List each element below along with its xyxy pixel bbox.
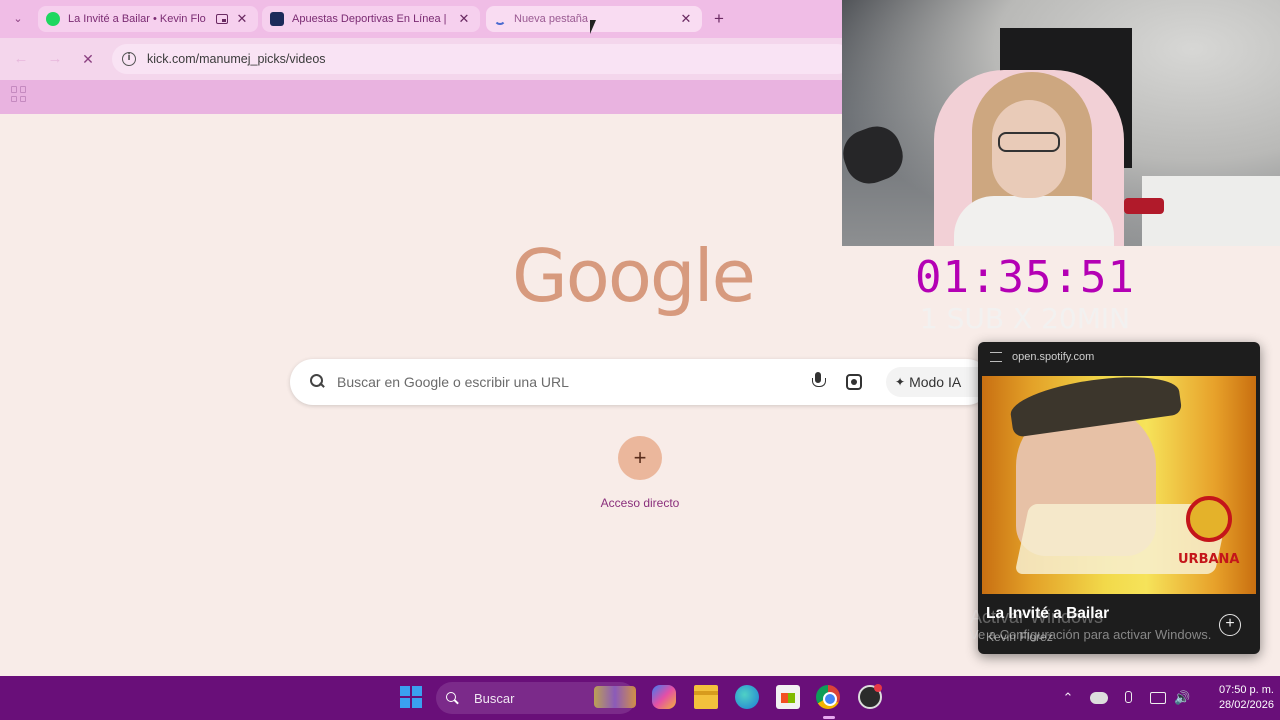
show-hidden-icons-chevron-icon[interactable]: ⌃ — [1060, 689, 1076, 707]
url-text[interactable]: kick.com/manumej_picks/videos — [147, 52, 326, 66]
onedrive-cloud-icon[interactable] — [1090, 692, 1108, 704]
sparkle-search-icon: ✦ — [895, 375, 906, 389]
search-placeholder[interactable]: Buscar en Google o escribir una URL — [337, 374, 569, 390]
ai-mode-label: Modo IA — [909, 374, 962, 390]
tab-strip: ⌄ La Invité a Bailar • Kevin Flo ✕ Apues… — [0, 0, 842, 38]
microsoft-store-icon[interactable] — [776, 685, 800, 709]
close-icon[interactable]: ✕ — [456, 11, 472, 27]
network-icon[interactable] — [1150, 692, 1166, 704]
search-highlight-icon[interactable] — [594, 686, 636, 708]
tab-apuestas[interactable]: Apuestas Deportivas En Línea | ✕ — [262, 6, 480, 32]
subathon-timer: 01:35:51 — [915, 252, 1135, 303]
windows-start-icon[interactable] — [400, 686, 422, 708]
tab-title: La Invité a Bailar • Kevin Flo — [68, 13, 206, 25]
add-to-library-button[interactable]: + — [1219, 614, 1241, 636]
copilot-icon[interactable] — [652, 685, 676, 709]
activation-watermark-title: Activar Windows — [970, 607, 1104, 627]
media-source: open.spotify.com — [990, 351, 1094, 363]
back-arrow-icon[interactable]: ← — [10, 48, 32, 70]
album-art[interactable]: URBANA — [982, 376, 1256, 594]
picture-in-picture-icon[interactable] — [216, 14, 228, 24]
google-logo: Google — [512, 234, 756, 318]
volume-icon[interactable]: 🔊 — [1174, 689, 1190, 707]
bet-site-icon — [270, 12, 284, 26]
microphone-icon[interactable] — [812, 372, 826, 392]
microphone-tray-icon[interactable] — [1122, 689, 1132, 707]
chrome-icon[interactable] — [816, 685, 840, 709]
webcam-feed — [842, 0, 1280, 246]
shortcut-label: Acceso directo — [600, 496, 680, 510]
taskbar-search-label: Buscar — [474, 690, 515, 706]
crown-emblem — [1186, 496, 1232, 542]
browser-toolbar: ← → ✕ i kick.com/manumej_picks/videos — [0, 38, 852, 80]
media-source-label: open.spotify.com — [1012, 351, 1095, 363]
clock-date: 28/02/2026 — [1218, 699, 1274, 711]
stop-loading-icon[interactable]: ✕ — [77, 48, 99, 70]
forward-arrow-icon[interactable]: → — [44, 48, 66, 70]
close-icon[interactable]: ✕ — [234, 11, 250, 27]
tab-search-chevron-icon[interactable]: ⌄ — [8, 9, 28, 29]
lens-camera-icon[interactable] — [846, 374, 862, 390]
system-clock[interactable]: 07:50 p. m. 28/02/2026 — [1196, 683, 1274, 713]
loading-spinner-icon — [494, 13, 506, 25]
add-shortcut-tile[interactable]: + Acceso directo — [598, 436, 682, 516]
address-bar[interactable]: i kick.com/manumej_picks/videos — [112, 44, 852, 74]
edge-icon[interactable] — [735, 685, 759, 709]
recording-badge — [874, 684, 882, 692]
active-app-indicator — [823, 716, 835, 719]
clock-time: 07:50 p. m. — [1218, 684, 1274, 696]
taskbar: Buscar ⌃ 🔊 07:50 p. m. 28/02/2026 — [0, 676, 1280, 720]
apps-grid-icon[interactable] — [11, 86, 27, 102]
subathon-rule: 1 SUB X 20MIN — [919, 302, 1131, 335]
search-icon — [446, 692, 458, 704]
search-input[interactable]: Buscar en Google o escribir una URL ✦ Mo… — [290, 359, 996, 405]
tab-title: Apuestas Deportivas En Línea | — [292, 13, 447, 25]
bookmarks-bar — [0, 80, 842, 114]
album-art-text: URBANA — [1178, 552, 1240, 567]
spotify-icon — [46, 12, 60, 26]
activation-watermark-text: Ve a Configuración para activar Windows. — [970, 627, 1212, 642]
plus-icon[interactable]: + — [618, 436, 662, 480]
source-settings-icon[interactable] — [990, 352, 1002, 362]
file-explorer-icon[interactable] — [694, 685, 718, 709]
site-info-icon[interactable]: i — [122, 52, 136, 66]
new-tab-plus-icon[interactable]: + — [708, 8, 730, 30]
tab-spotify[interactable]: La Invité a Bailar • Kevin Flo ✕ — [38, 6, 258, 32]
close-icon[interactable]: ✕ — [678, 11, 694, 27]
mouse-cursor — [590, 20, 596, 34]
search-icon — [310, 374, 324, 388]
